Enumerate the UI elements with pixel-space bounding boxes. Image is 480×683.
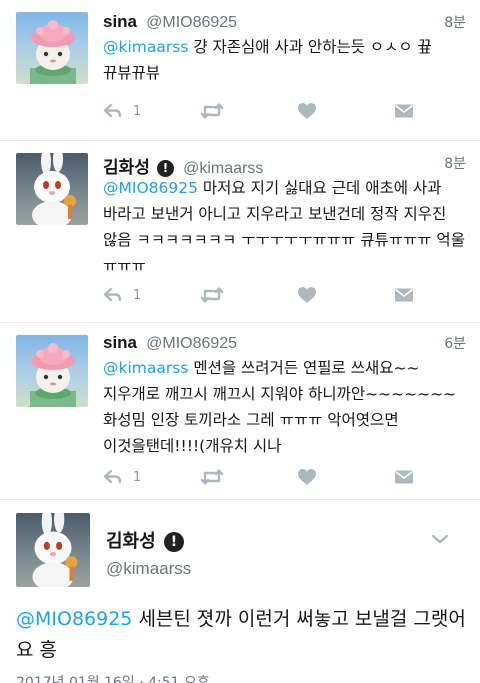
author-handle[interactable]: @MIO86925 bbox=[146, 335, 237, 352]
avatar[interactable] bbox=[16, 513, 90, 587]
mention-link[interactable]: @kimaarss bbox=[103, 359, 188, 377]
direct-message-button[interactable] bbox=[394, 284, 414, 306]
chevron-down-icon bbox=[431, 534, 449, 544]
avatar[interactable] bbox=[16, 335, 88, 407]
tweet-text: @MIO86925 세븐틴 졋까 이런거 써놓고 보낼걸 그랫어요 흥 bbox=[16, 604, 476, 666]
retweet-icon bbox=[200, 469, 224, 485]
tweet-text: @kimaarss 멘션을 쓰려거든 연필로 쓰새요~~ 지우개로 깨끄시 깨끄… bbox=[103, 355, 470, 459]
tweet-time[interactable]: 8분 bbox=[444, 153, 466, 173]
reply-count: 1 bbox=[133, 103, 142, 119]
protected-badge-icon: ! bbox=[163, 532, 184, 552]
reply-button[interactable]: 1 bbox=[103, 100, 141, 122]
like-icon bbox=[298, 469, 316, 485]
tweet-text: @kimaarss 걍 자존심애 사과 안하는듯 ㅇㅅㅇ 끂 뀨뷰뀨뷰 bbox=[103, 34, 470, 86]
retweet-button[interactable] bbox=[200, 284, 224, 306]
direct-message-icon bbox=[395, 288, 413, 302]
direct-message-button[interactable] bbox=[394, 466, 414, 488]
tweet-1[interactable]: sina @MIO86925 8분 @kimaarss 걍 자존심애 사과 안하… bbox=[0, 0, 480, 140]
retweet-icon bbox=[200, 287, 224, 303]
mention-link[interactable]: @kimaarss bbox=[103, 38, 188, 56]
mention-link[interactable]: @MIO86925 bbox=[103, 179, 198, 197]
reply-icon bbox=[103, 287, 122, 302]
author-name[interactable]: sina bbox=[103, 333, 137, 352]
pink-hat-character-avatar-icon bbox=[30, 20, 76, 84]
divider bbox=[0, 499, 480, 500]
author-handle[interactable]: @MIO86925 bbox=[146, 14, 237, 31]
tweet-time[interactable]: 6분 bbox=[444, 333, 466, 353]
reply-icon bbox=[103, 469, 122, 484]
tweet-3[interactable]: sina @MIO86925 6분 @kimaarss 멘션을 쓰려거든 연필로… bbox=[0, 323, 480, 498]
like-button[interactable] bbox=[297, 284, 317, 306]
direct-message-icon bbox=[395, 470, 413, 484]
tweet-header: sina @MIO86925 8분 bbox=[103, 12, 466, 36]
tweet-actions: 1 bbox=[103, 466, 423, 488]
author-handle[interactable]: @kimaarss bbox=[106, 559, 191, 579]
tweet-text: @MIO86925 마저요 지기 싫대요 근데 애초에 사과 바라고 보낸거 아… bbox=[103, 175, 470, 279]
author-name-text: 김화성 bbox=[106, 531, 156, 552]
like-button[interactable] bbox=[297, 100, 317, 122]
author-name[interactable]: sina bbox=[103, 12, 137, 31]
author-name[interactable]: 김화성 ! bbox=[106, 527, 184, 553]
like-button[interactable] bbox=[297, 466, 317, 488]
like-icon bbox=[298, 287, 316, 303]
white-rabbit-avatar-icon bbox=[32, 513, 78, 587]
tweet-timestamp: 2017년 01월 16일 · 4:51 오후 bbox=[16, 675, 210, 683]
tweet-2[interactable]: 김화성 ! @kimaarss 8분 @MIO86925 마저요 지기 싫대요 … bbox=[0, 141, 480, 321]
reply-button[interactable]: 1 bbox=[103, 284, 141, 306]
pink-hat-character-avatar-icon bbox=[30, 343, 76, 407]
tweet-actions: 1 bbox=[103, 284, 423, 306]
retweet-button[interactable] bbox=[200, 466, 224, 488]
retweet-button[interactable] bbox=[200, 100, 224, 122]
reply-button[interactable]: 1 bbox=[103, 466, 141, 488]
direct-message-icon bbox=[395, 104, 413, 118]
reply-icon bbox=[103, 103, 122, 118]
mention-link[interactable]: @MIO86925 bbox=[16, 608, 132, 630]
more-options-button[interactable] bbox=[431, 530, 449, 549]
tweet-header: sina @MIO86925 6분 bbox=[103, 333, 466, 357]
tweet-time[interactable]: 8분 bbox=[444, 12, 466, 32]
like-icon bbox=[298, 103, 316, 119]
avatar[interactable] bbox=[16, 12, 88, 84]
direct-message-button[interactable] bbox=[394, 100, 414, 122]
avatar[interactable] bbox=[16, 153, 88, 225]
white-rabbit-avatar-icon bbox=[32, 153, 76, 225]
tweet-header: 김화성 ! @kimaarss 8분 bbox=[103, 153, 466, 177]
reply-count: 1 bbox=[133, 287, 142, 303]
tweet-actions: 1 bbox=[103, 100, 423, 122]
reply-count: 1 bbox=[133, 469, 142, 485]
retweet-icon bbox=[200, 103, 224, 119]
